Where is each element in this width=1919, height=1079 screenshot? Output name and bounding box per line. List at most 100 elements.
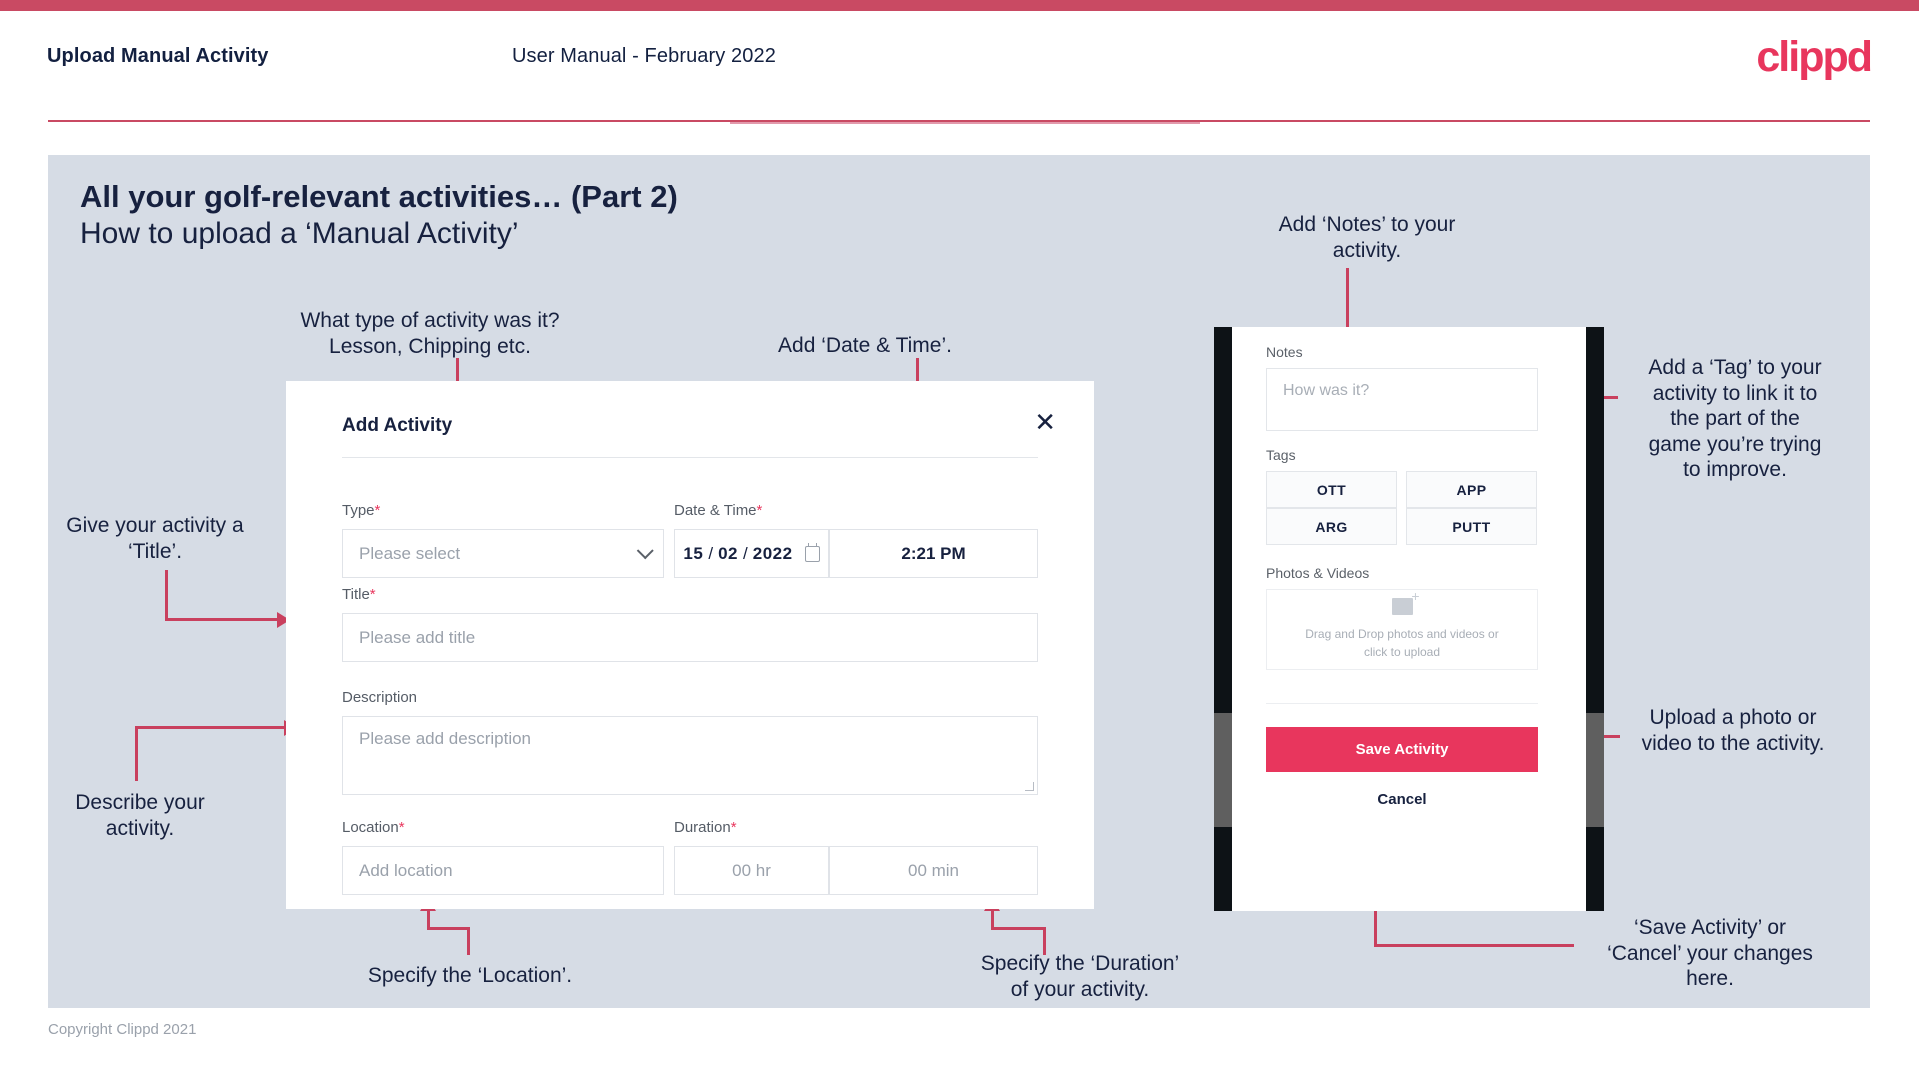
location-placeholder: Add location	[359, 860, 453, 880]
save-activity-label: Save Activity	[1355, 741, 1449, 758]
phone-side-button-right	[1586, 713, 1604, 827]
dropzone-line-1: Drag and Drop photos and videos or	[1305, 627, 1499, 642]
annotation-tags: Add a ‘Tag’ to your activity to link it t…	[1648, 356, 1822, 482]
title-input[interactable]: Please add title	[342, 613, 1038, 662]
clippd-logo: clippd	[1756, 33, 1873, 81]
phone-side-button-left	[1214, 713, 1232, 827]
header-subtitle: User Manual - February 2022	[512, 45, 776, 67]
description-label: Description	[342, 689, 417, 706]
connector-loc-v1	[467, 930, 470, 955]
description-label-text: Description	[342, 689, 418, 706]
title-placeholder: Please add title	[359, 627, 476, 647]
annotation-save: ‘Save Activity’ or ‘Cancel’ your changes h…	[1607, 916, 1813, 991]
calendar-icon[interactable]	[804, 542, 820, 562]
datetime-required: *	[756, 502, 763, 519]
annotation-location: Specify the ‘Location’.	[367, 964, 573, 987]
annotation-type: What type of activity was it? Lesson, Chi…	[300, 309, 560, 358]
tag-app[interactable]: APP	[1406, 471, 1537, 508]
duration-minutes-input[interactable]: 00 min	[829, 846, 1038, 895]
chevron-down-icon	[636, 541, 654, 559]
connector-title-v	[165, 570, 168, 620]
duration-hours-input[interactable]: 00 hr	[674, 846, 829, 895]
resize-handle-icon[interactable]	[1025, 782, 1034, 791]
add-image-icon	[1391, 589, 1420, 616]
datetime-label: Date & Time*	[674, 502, 762, 519]
cancel-button[interactable]: Cancel	[1266, 791, 1538, 808]
dropzone-line-2: click to upload	[1363, 644, 1441, 659]
location-required: *	[398, 819, 405, 836]
annotation-datetime: Add ‘Date & Time’.	[778, 334, 952, 357]
date-month: 02	[718, 543, 738, 563]
top-accent-bar	[0, 0, 1919, 11]
tag-putt[interactable]: PUTT	[1406, 508, 1537, 545]
duration-required: *	[730, 819, 737, 836]
phone-mockup: Notes How was it? Tags OTT APP ARG PUTT …	[1214, 327, 1604, 911]
connector-dur-v1	[1043, 930, 1046, 955]
annotation-photos: Upload a photo or video to the activity.	[1641, 706, 1825, 755]
date-day: 15	[683, 543, 704, 563]
save-activity-button[interactable]: Save Activity	[1266, 727, 1538, 772]
connector-title-h	[165, 618, 280, 621]
annotation-duration: Specify the ‘Duration’ of your activity.	[980, 952, 1180, 1001]
dialog-title: Add Activity	[342, 415, 453, 436]
connector-dur-v2	[991, 908, 994, 930]
tags-label: Tags	[1266, 447, 1296, 463]
notes-textarea[interactable]: How was it?	[1266, 368, 1538, 431]
location-label: Location*	[342, 819, 405, 836]
date-slash-2: /	[743, 543, 748, 563]
header-divider-light	[730, 122, 1200, 124]
dialog-divider	[342, 457, 1038, 458]
page-title: Upload Manual Activity	[47, 45, 269, 67]
annotation-description: Describe your activity.	[75, 791, 205, 840]
tag-app-label: APP	[1456, 481, 1487, 498]
tag-arg[interactable]: ARG	[1266, 508, 1397, 545]
tag-ott[interactable]: OTT	[1266, 471, 1397, 508]
tag-putt-label: PUTT	[1452, 518, 1491, 535]
slide-heading: All your golf-relevant activities… (Part…	[80, 179, 678, 214]
connector-dur-h	[991, 927, 1046, 930]
footer-copyright: Copyright Clippd 2021	[48, 1021, 197, 1038]
slide-subheading: How to upload a ‘Manual Activity’	[80, 217, 519, 250]
notes-placeholder: How was it?	[1283, 382, 1370, 399]
type-label: Type*	[342, 502, 380, 519]
title-label: Title*	[342, 586, 376, 603]
location-input[interactable]: Add location	[342, 846, 664, 895]
date-year: 2022	[752, 543, 793, 563]
date-input[interactable]: 15 / 02 / 2022	[674, 529, 829, 578]
duration-label: Duration*	[674, 819, 737, 836]
time-input[interactable]: 2:21 PM	[829, 529, 1038, 578]
tag-ott-label: OTT	[1316, 481, 1347, 498]
connector-desc-v	[135, 726, 138, 781]
phone-screen: Notes How was it? Tags OTT APP ARG PUTT …	[1232, 327, 1586, 911]
duration-label-text: Duration	[674, 819, 731, 836]
annotation-title: Give your activity a ‘Title’.	[66, 514, 244, 563]
slide-page: Upload Manual Activity User Manual - Feb…	[0, 0, 1919, 1079]
description-placeholder: Please add description	[359, 729, 532, 748]
duration-minutes: 00 min	[907, 860, 960, 880]
phone-divider	[1266, 703, 1538, 704]
time-value: 2:21 PM	[901, 543, 966, 563]
add-activity-dialog: Add Activity ✕ Type* Please select Date …	[286, 381, 1094, 909]
photos-label: Photos & Videos	[1266, 565, 1370, 581]
type-placeholder: Please select	[359, 543, 461, 563]
photo-dropzone[interactable]: Drag and Drop photos and videos or click…	[1266, 589, 1538, 670]
connector-save-h	[1374, 944, 1574, 947]
annotation-notes: Add ‘Notes’ to your activity.	[1278, 213, 1456, 262]
title-required: *	[369, 586, 376, 603]
type-required: *	[374, 502, 381, 519]
cancel-label: Cancel	[1377, 791, 1427, 808]
type-select[interactable]: Please select	[342, 529, 664, 578]
description-textarea[interactable]: Please add description	[342, 716, 1038, 795]
connector-loc-v2	[427, 908, 430, 930]
close-icon[interactable]: ✕	[1034, 409, 1056, 435]
title-label-text: Title	[342, 586, 370, 603]
type-label-text: Type	[342, 502, 375, 519]
datetime-label-text: Date & Time	[674, 502, 757, 519]
tag-arg-label: ARG	[1315, 518, 1348, 535]
notes-label: Notes	[1266, 344, 1303, 360]
date-slash-1: /	[708, 543, 714, 563]
duration-hours: 00 hr	[732, 860, 771, 880]
connector-desc-h	[135, 726, 287, 729]
location-label-text: Location	[342, 819, 399, 836]
connector-loc-h	[427, 927, 470, 930]
